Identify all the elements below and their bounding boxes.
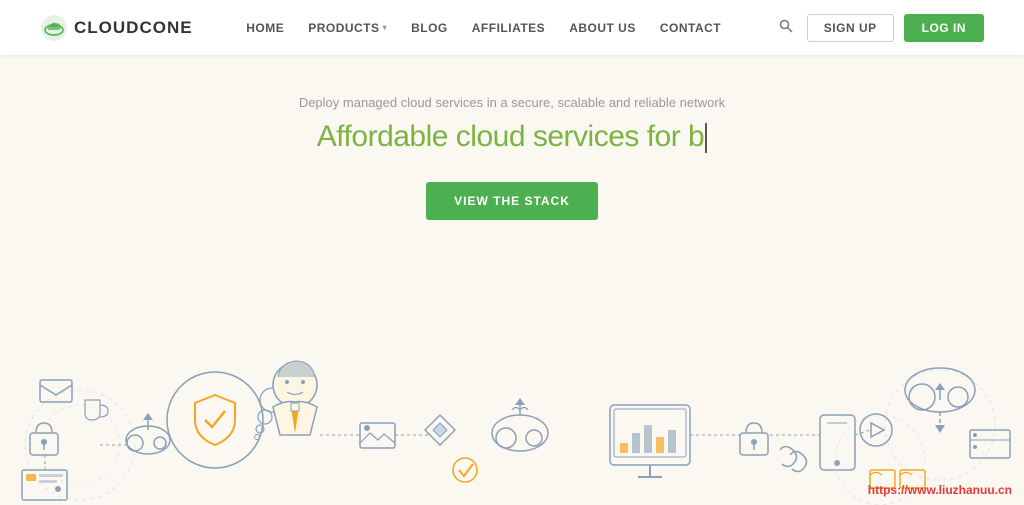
nav-item-blog[interactable]: BLOG bbox=[411, 19, 448, 37]
nav-link-blog[interactable]: BLOG bbox=[411, 21, 448, 35]
watermark-link[interactable]: https://www.liuzhanuu.cn bbox=[868, 483, 1012, 497]
nav-item-about[interactable]: ABOUT US bbox=[569, 19, 636, 37]
nav-item-affiliates[interactable]: AFFILIATES bbox=[472, 19, 545, 37]
nav-link-products[interactable]: PRODUCTS ▾ bbox=[308, 21, 387, 35]
nav-actions: SIGN UP LOG IN bbox=[775, 14, 984, 42]
nav-link-about[interactable]: ABOUT US bbox=[569, 21, 636, 35]
chevron-down-icon: ▾ bbox=[383, 23, 388, 32]
logo[interactable]: CLOUDCONE bbox=[40, 14, 193, 42]
logo-icon bbox=[40, 14, 68, 42]
nav-item-products[interactable]: PRODUCTS ▾ bbox=[308, 21, 387, 35]
nav-link-contact[interactable]: CONTACT bbox=[660, 21, 721, 35]
hero-illustration bbox=[0, 285, 1024, 505]
nav-item-contact[interactable]: CONTACT bbox=[660, 19, 721, 37]
nav-link-affiliates[interactable]: AFFILIATES bbox=[472, 21, 545, 35]
logo-text: CLOUDCONE bbox=[74, 18, 193, 38]
hero-title: Affordable cloud services for b bbox=[317, 120, 708, 154]
navbar: CLOUDCONE HOME PRODUCTS ▾ BLOG AFFILIATE… bbox=[0, 0, 1024, 55]
nav-link-home[interactable]: HOME bbox=[246, 21, 284, 35]
search-icon bbox=[779, 19, 793, 33]
text-cursor bbox=[705, 123, 707, 153]
login-button[interactable]: LOG IN bbox=[904, 14, 984, 42]
signup-button[interactable]: SIGN UP bbox=[807, 14, 894, 42]
nav-links: HOME PRODUCTS ▾ BLOG AFFILIATES ABOUT US… bbox=[246, 19, 721, 37]
hero-section: Deploy managed cloud services in a secur… bbox=[0, 55, 1024, 505]
hero-subtitle: Deploy managed cloud services in a secur… bbox=[299, 95, 725, 110]
cta-button[interactable]: VIEW THE STACK bbox=[426, 182, 598, 220]
nav-item-home[interactable]: HOME bbox=[246, 19, 284, 37]
search-button[interactable] bbox=[775, 15, 797, 40]
